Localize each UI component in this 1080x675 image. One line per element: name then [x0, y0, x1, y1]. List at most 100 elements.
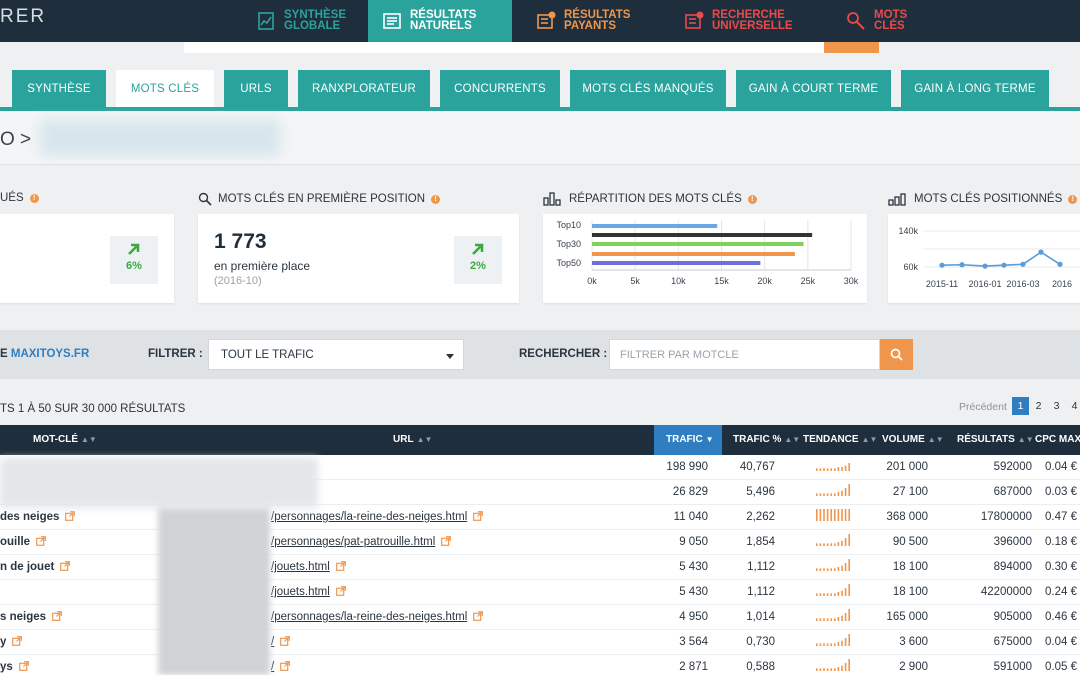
tab-mots-cles-manques[interactable]: Mots clés manqués — [570, 70, 726, 107]
page-3[interactable]: 3 — [1048, 397, 1065, 415]
info-icon[interactable]: ! — [431, 194, 441, 204]
volume-cell: 368 000 — [886, 511, 928, 523]
breadcrumb: O > — [0, 129, 32, 150]
trend-sparkline — [816, 509, 850, 521]
column-header-trend[interactable]: Tendance ▲▼ — [803, 425, 877, 455]
keyword-cell[interactable]: n de jouet — [0, 555, 71, 580]
keyword-cell[interactable]: ys — [0, 655, 29, 675]
nav-tab-recherche-universelle[interactable]: Recherche universelle — [670, 0, 830, 42]
url-cell[interactable]: /personnages/la-reine-des-neiges.html — [271, 505, 484, 530]
page-2[interactable]: 2 — [1030, 397, 1047, 415]
external-link-icon[interactable] — [36, 536, 46, 546]
card-title-text: Répartition des mots clés — [569, 193, 742, 205]
column-header-traffic-pct[interactable]: Trafic % ▲▼ — [733, 425, 800, 455]
data-point — [1001, 262, 1007, 268]
pagination-previous[interactable]: Précédent — [959, 401, 1007, 413]
url-link[interactable]: /personnages/la-reine-des-neiges.html — [271, 511, 467, 523]
url-link[interactable]: /personnages/la-reine-des-neiges.html — [271, 611, 467, 623]
external-link-icon[interactable] — [280, 661, 291, 671]
page-4[interactable]: 4 — [1066, 397, 1080, 415]
external-link-icon[interactable] — [12, 636, 23, 646]
column-header-cpc[interactable]: CPC max — [1035, 425, 1080, 455]
info-icon[interactable]: ! — [29, 193, 39, 203]
url-link[interactable]: /jouets.html — [271, 561, 330, 573]
info-icon[interactable]: ! — [1068, 194, 1078, 204]
trend-badge: 2% — [454, 236, 502, 284]
x-tick-label: 20k — [757, 276, 772, 286]
traffic-filter-select[interactable]: TOUT LE TRAFIC — [208, 339, 464, 370]
trend-bar — [848, 509, 850, 521]
keyword-text[interactable]: ys — [0, 661, 13, 673]
trend-bar — [819, 618, 822, 621]
cpc-cell: 0.03 € — [1045, 486, 1077, 498]
url-cell[interactable]: /personnages/la-reine-des-neiges.html — [271, 605, 484, 630]
first-position-label: en première place — [214, 259, 311, 273]
nav-tab-resultats-payants[interactable]: Résultats payants — [522, 0, 660, 42]
card-title: ués ! — [0, 192, 39, 204]
column-header-results[interactable]: Résultats ▲▼ — [957, 425, 1034, 455]
keyword-text[interactable]: s neiges — [0, 611, 46, 623]
keyword-text[interactable]: y — [0, 636, 6, 648]
keyword-text[interactable]: n de jouet — [0, 561, 54, 573]
traffic-cell: 198 990 — [666, 461, 708, 473]
external-link-icon[interactable] — [52, 611, 62, 621]
url-link[interactable]: /personnages/pat-patrouille.html — [271, 536, 435, 548]
site-name[interactable]: MAXITOYS.FR — [11, 348, 89, 360]
card-title: Mots clés en première position ! — [198, 192, 441, 206]
trend-cell — [816, 455, 856, 480]
url-cell[interactable]: /jouets.html — [271, 580, 346, 605]
nav-tab-resultats-naturels[interactable]: Résultats naturels — [368, 0, 512, 42]
url-cell[interactable]: /personnages/pat-patrouille.html — [271, 530, 452, 555]
column-header-url[interactable]: URL ▲▼ — [393, 425, 432, 455]
tab-concurrents[interactable]: Concurrents — [440, 70, 560, 107]
tab-gain-long-terme[interactable]: Gain à long terme — [901, 70, 1049, 107]
keyword-cell[interactable]: ouille — [0, 530, 46, 555]
x-tick-label: 2016-01 — [968, 279, 1001, 289]
global-search-bar[interactable] — [184, 42, 824, 53]
external-link-icon[interactable] — [60, 561, 71, 571]
y-tick-label: 60k — [903, 262, 918, 272]
column-header-volume[interactable]: Volume ▲▼ — [882, 425, 944, 455]
trend-sparkline — [816, 609, 850, 621]
trend-bar — [837, 667, 840, 671]
trend-bar — [823, 468, 825, 471]
tab-ranxplorateur[interactable]: Ranxplorateur — [298, 70, 430, 107]
url-link[interactable]: /jouets.html — [271, 586, 330, 598]
key-search-icon — [847, 12, 865, 30]
tab-urls[interactable]: URLs — [224, 70, 288, 107]
keyword-search-button[interactable] — [880, 339, 913, 370]
page-1[interactable]: 1 — [1012, 397, 1029, 415]
external-link-icon[interactable] — [18, 661, 29, 671]
external-link-icon[interactable] — [335, 586, 346, 596]
global-search-button[interactable] — [824, 42, 879, 53]
keyword-cell[interactable]: y — [0, 630, 23, 655]
keyword-text[interactable]: des neiges — [0, 511, 59, 523]
tab-gain-court-terme[interactable]: Gain à court terme — [736, 70, 891, 107]
nav-tab-label: Recherche universelle — [712, 9, 793, 32]
url-cell[interactable]: / — [271, 630, 291, 655]
keyword-text[interactable]: ouille — [0, 536, 30, 548]
keyword-cell[interactable]: s neiges — [0, 605, 62, 630]
external-link-icon[interactable] — [280, 636, 291, 646]
external-link-icon[interactable] — [335, 561, 346, 571]
external-link-icon[interactable] — [473, 511, 484, 521]
url-cell[interactable]: / — [271, 655, 291, 675]
nav-tab-synthese-globale[interactable]: Synthèse globale — [242, 0, 368, 42]
url-cell[interactable]: /jouets.html — [271, 555, 346, 580]
external-link-icon[interactable] — [441, 536, 452, 546]
info-icon[interactable]: ! — [747, 194, 757, 204]
url-link[interactable]: / — [271, 661, 274, 673]
y-tick-label: Top50 — [556, 258, 581, 268]
url-link[interactable]: / — [271, 636, 274, 648]
column-header-keyword[interactable]: Mot-clé ▲▼ — [33, 425, 97, 455]
keyword-filter-input[interactable] — [609, 339, 880, 370]
tab-synthese[interactable]: Synthèse — [12, 70, 106, 107]
nav-tab-label: Synthèse globale — [284, 9, 346, 32]
nav-tab-mots-cles[interactable]: Mots clés — [832, 0, 942, 42]
tab-mots-cles[interactable]: Mots clés — [116, 70, 214, 107]
trend-bar — [841, 467, 843, 471]
column-header-traffic[interactable]: Trafic ▼ — [654, 425, 722, 455]
external-link-icon[interactable] — [473, 611, 484, 621]
keyword-cell[interactable]: des neiges — [0, 505, 76, 530]
external-link-icon[interactable] — [65, 511, 76, 521]
